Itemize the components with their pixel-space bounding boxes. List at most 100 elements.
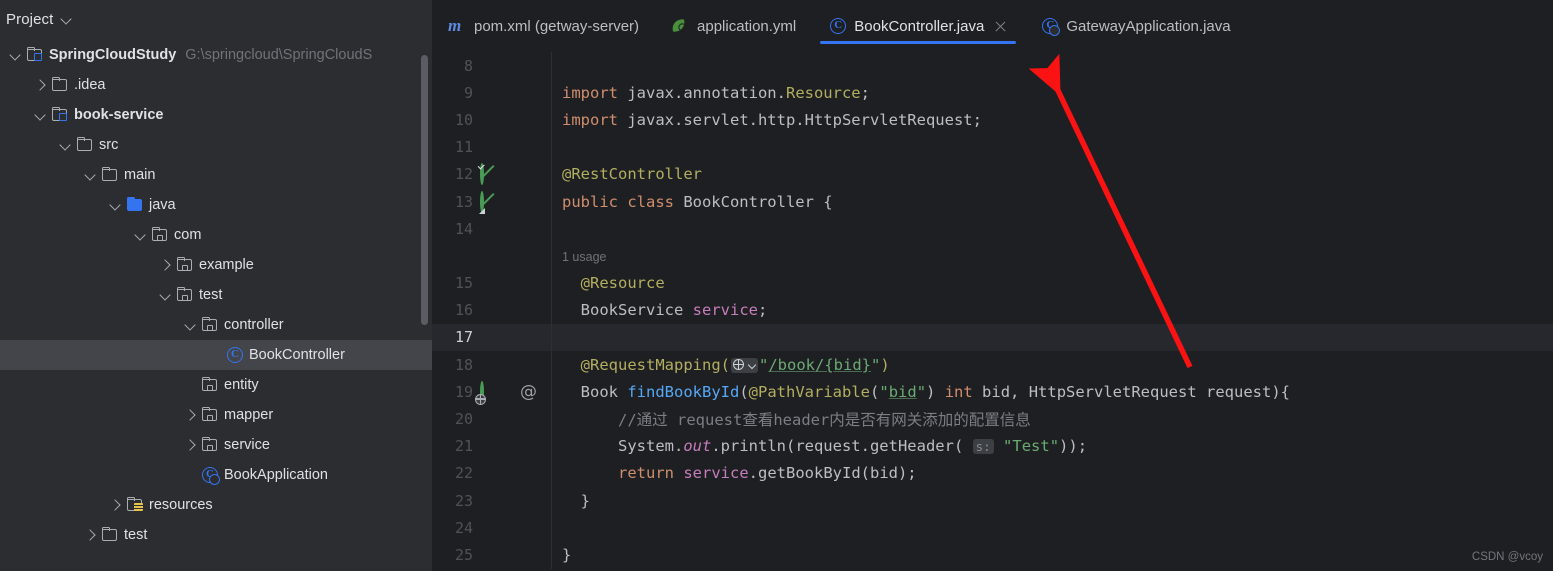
tree-item--idea[interactable]: .idea — [0, 70, 432, 100]
code-line[interactable]: 24 — [432, 514, 1553, 542]
tree-item-java[interactable]: java — [0, 190, 432, 220]
line-number: 12 — [454, 165, 473, 184]
editor-gutter[interactable]: 23 — [432, 487, 552, 515]
editor-gutter[interactable]: 18 — [432, 351, 552, 379]
tree-item-test[interactable]: test — [0, 520, 432, 550]
code-line[interactable]: 9 import javax.annotation.Resource; — [432, 79, 1553, 107]
usage-hint[interactable]: 1 usage — [562, 250, 606, 264]
editor-gutter[interactable]: 22 — [432, 459, 552, 487]
chevron-right-icon[interactable] — [83, 527, 99, 543]
editor-gutter[interactable]: 13 — [432, 187, 552, 216]
web-endpoint-icon[interactable] — [475, 380, 486, 405]
editor-gutter[interactable] — [432, 242, 552, 270]
chevron-down-icon[interactable] — [133, 227, 149, 243]
close-icon[interactable] — [993, 19, 1008, 34]
line-number: 24 — [454, 518, 473, 537]
tree-item-book-service[interactable]: book-service — [0, 100, 432, 130]
editor-tab-pom-xml-getway-server-[interactable]: m pom.xml (getway-server) — [432, 0, 655, 52]
code-line[interactable]: 15 @Resource — [432, 269, 1553, 297]
chevron-down-icon[interactable] — [158, 287, 174, 303]
tree-item-src[interactable]: src — [0, 130, 432, 160]
gutter-separator — [551, 133, 552, 161]
code-line[interactable]: 12 @RestController — [432, 160, 1553, 188]
tree-item-label: com — [174, 227, 202, 243]
code-line[interactable]: 14 — [432, 215, 1553, 243]
project-panel-header[interactable]: Project — [0, 0, 432, 38]
code-line[interactable]: 13 public class BookController { — [432, 187, 1553, 216]
chevron-down-icon[interactable] — [61, 13, 73, 25]
tree-item-springcloudstudy[interactable]: SpringCloudStudy G:\springcloud\SpringClo… — [0, 40, 432, 70]
editor-gutter[interactable]: 14 — [432, 215, 552, 243]
editor-tab-bookcontroller-java[interactable]: C BookController.java — [812, 0, 1025, 52]
editor-gutter[interactable]: 17 — [432, 323, 552, 352]
code-line[interactable]: 23 } — [432, 487, 1553, 515]
code-line[interactable]: 22 return service.getBookById(bid); — [432, 459, 1553, 487]
editor-gutter[interactable]: 24 — [432, 514, 552, 542]
code-editor[interactable]: 8 9 import javax.annotation.Resource; 10 imp… — [432, 52, 1553, 571]
at-icon[interactable]: @ — [520, 383, 537, 401]
editor-gutter[interactable]: 15 — [432, 269, 552, 297]
editor-gutter[interactable]: 21 — [432, 432, 552, 460]
chevron-down-icon[interactable] — [8, 47, 24, 63]
tree-item-com[interactable]: com — [0, 220, 432, 250]
editor-tab-label: pom.xml (getway-server) — [474, 17, 640, 35]
chevron-right-icon[interactable] — [183, 407, 199, 423]
chevron-down-icon[interactable] — [183, 317, 199, 333]
code-line[interactable]: 18 @RequestMapping("/book/{bid}") — [432, 351, 1553, 379]
chevron-down-icon[interactable] — [108, 197, 124, 213]
tree-item-entity[interactable]: entity — [0, 370, 432, 400]
run-checked-icon[interactable] — [480, 163, 484, 186]
editor-gutter[interactable]: 8 — [432, 52, 552, 80]
code-line[interactable]: 25} — [432, 541, 1553, 569]
code-line[interactable]: 21 System.out.println(request.getHeader(… — [432, 432, 1553, 460]
chevron-right-icon[interactable] — [33, 77, 49, 93]
code-text: @RequestMapping("/book/{bid}") — [580, 355, 890, 374]
url-gutter-chip[interactable] — [730, 357, 758, 373]
editor-gutter[interactable]: 9 — [432, 79, 552, 107]
editor-gutter[interactable]: 12 — [432, 160, 552, 188]
editor-gutter[interactable]: 20 — [432, 405, 552, 433]
code-line[interactable]: 10 import javax.servlet.http.HttpServletR… — [432, 106, 1553, 134]
tree-item-controller[interactable]: controller — [0, 310, 432, 340]
code-line[interactable]: 17 — [432, 323, 1553, 352]
ide-window: Project SpringCloudStudy G:\springcloud\S… — [0, 0, 1553, 571]
tree-item-mapper[interactable]: mapper — [0, 400, 432, 430]
tree-item-label: test — [124, 527, 148, 543]
chevron-down-icon[interactable] — [58, 137, 74, 153]
code-line[interactable]: 19 @ Book findBookById(@PathVariable("bid… — [432, 378, 1553, 406]
code-line[interactable]: 8 — [432, 52, 1553, 80]
chevron-right-icon[interactable] — [183, 437, 199, 453]
tree-item-main[interactable]: main — [0, 160, 432, 190]
editor-gutter[interactable]: 25 — [432, 541, 552, 569]
tree-item-service[interactable]: service — [0, 430, 432, 460]
editor-area: m pom.xml (getway-server) application.yml C… — [432, 0, 1553, 571]
run-icon[interactable] — [479, 190, 485, 214]
editor-gutter[interactable]: 16 — [432, 296, 552, 324]
code-line[interactable]: 20 //通过 request查看header内是否有网关添加的配置信息 — [432, 405, 1553, 433]
chevron-right-icon[interactable] — [108, 497, 124, 513]
chevron-down-icon[interactable] — [83, 167, 99, 183]
tree-item-bookcontroller[interactable]: C BookController — [0, 340, 432, 370]
editor-tab-bar: m pom.xml (getway-server) application.yml C… — [432, 0, 1553, 52]
editor-tab-gatewayapplication-java[interactable]: C GatewayApplication.java — [1024, 0, 1246, 52]
line-number: 18 — [454, 355, 473, 374]
tree-item-example[interactable]: example — [0, 250, 432, 280]
project-panel-scrollbar[interactable] — [421, 55, 428, 325]
chevron-down-icon[interactable] — [33, 107, 49, 123]
code-line[interactable]: 16 BookService service; — [432, 296, 1553, 324]
code-line[interactable]: 1 usage — [432, 242, 1553, 270]
editor-gutter[interactable]: 19 @ — [432, 378, 552, 406]
project-tree[interactable]: SpringCloudStudy G:\springcloud\SpringClo… — [0, 38, 432, 550]
chevron-right-icon[interactable] — [158, 257, 174, 273]
code-line[interactable]: 11 — [432, 133, 1553, 161]
editor-tab-application-yml[interactable]: application.yml — [655, 0, 812, 52]
editor-gutter[interactable]: 10 — [432, 106, 552, 134]
tree-item-test[interactable]: test — [0, 280, 432, 310]
tree-item-resources[interactable]: resources — [0, 490, 432, 520]
editor-gutter[interactable]: 11 — [432, 133, 552, 161]
tree-item-bookapplication[interactable]: C BookApplication — [0, 460, 432, 490]
line-number: 17 — [454, 328, 473, 347]
